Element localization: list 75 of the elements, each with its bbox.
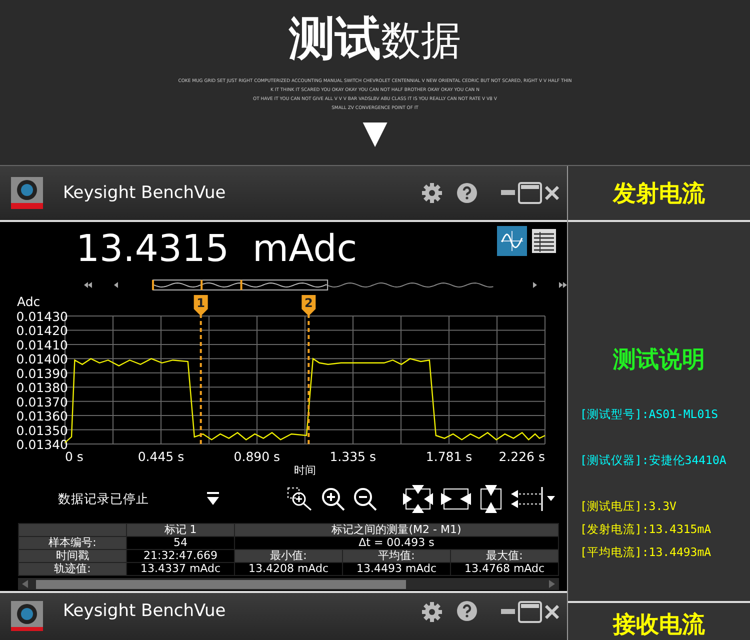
axis-title: Adc	[17, 295, 40, 309]
table-view-button[interactable]	[529, 226, 559, 256]
marker-number: 1	[196, 296, 206, 310]
table-cell: 21:32:47.669	[126, 550, 234, 562]
dropdown-icon[interactable]	[207, 492, 219, 506]
y-tick-label: 0.01430	[16, 309, 68, 324]
table-cell: 13.4768 mAdc	[450, 562, 558, 576]
section-heading: 发射电流	[613, 180, 705, 208]
column-header: 最小值:	[234, 550, 342, 562]
y-tick-label: 0.01380	[16, 380, 68, 396]
section-heading: 接收电流	[613, 611, 705, 640]
column-header: 标记 1	[126, 524, 234, 536]
scroll-right-icon[interactable]	[533, 282, 538, 288]
app-logo-icon	[11, 177, 43, 209]
minimize-icon[interactable]	[501, 609, 515, 615]
measurement-reading: 13.4315 mAdc	[76, 227, 358, 270]
close-icon[interactable]	[545, 186, 559, 200]
table-cell: 13.4208 mAdc	[234, 562, 342, 576]
scroll-left-icon[interactable]	[114, 282, 118, 288]
y-tick-label: 0.01360	[16, 408, 68, 424]
zoom-out-icon[interactable]	[353, 487, 377, 511]
y-tick-label: 0.01340	[16, 437, 68, 452]
x-tick-label: 1.335 s	[330, 449, 376, 464]
app-logo-icon	[11, 601, 43, 631]
section-title: 测试说明	[613, 346, 705, 375]
y-tick-label: 0.01420	[16, 323, 68, 338]
marker-line[interactable]	[302, 295, 316, 444]
y-tick-label: 0.01370	[16, 394, 68, 410]
spec-line: [发射电流]:13.4315mA	[580, 521, 712, 538]
logging-status: 数据记录已停止	[58, 490, 149, 508]
column-header: 标记之间的测量(M2 - M1)	[234, 524, 558, 536]
x-tick-label: 2.226 s	[498, 449, 545, 464]
y-tick-label: 0.01390	[16, 366, 68, 381]
x-tick-label: 0.445 s	[138, 449, 184, 464]
down-arrow: ▼	[362, 115, 388, 149]
spec-line: [测试型号]:AS01-ML01S	[580, 406, 720, 423]
table-cell: Δt = 00.493 s	[234, 536, 558, 550]
fit-vertical-icon[interactable]	[479, 485, 503, 513]
cursor-menu-icon[interactable]	[511, 487, 555, 511]
maximize-icon[interactable]	[518, 601, 542, 623]
row-label: 样本编号:	[18, 536, 126, 550]
chart-view-button[interactable]	[497, 226, 527, 256]
settings-icon[interactable]	[421, 182, 443, 204]
window-title: Keysight BenchVue	[63, 601, 226, 621]
help-icon[interactable]	[457, 183, 477, 203]
scroll-end-icon[interactable]	[559, 282, 567, 288]
spec-line: [平均电流]:13.4493mA	[580, 544, 712, 561]
x-tick-label: 1.781 s	[426, 449, 472, 464]
help-icon[interactable]	[457, 601, 477, 621]
row-label: 时间戳	[18, 550, 126, 562]
close-icon[interactable]	[545, 605, 559, 619]
table-cell: 13.4493 mAdc	[342, 562, 450, 576]
maximize-icon[interactable]	[518, 182, 542, 204]
table-cell: 13.4337 mAdc	[126, 562, 234, 576]
y-tick-label: 0.01350	[16, 422, 68, 438]
y-tick-label: 0.01400	[16, 352, 68, 367]
page-title: 测试数据	[289, 12, 461, 67]
fit-all-icon[interactable]	[403, 485, 433, 513]
spec-line: [测试电压]:3.3V	[580, 498, 678, 515]
y-tick-label: 0.01410	[16, 337, 68, 352]
x-tick-label: 0 s	[65, 449, 84, 464]
table-cell: 54	[126, 536, 234, 550]
zoom-in-icon[interactable]	[321, 487, 345, 511]
settings-icon[interactable]	[421, 601, 443, 623]
marker-line[interactable]	[194, 295, 208, 444]
zoom-region-icon[interactable]	[287, 487, 313, 511]
x-tick-label: 0.890 s	[234, 449, 280, 464]
window-title: Keysight BenchVue	[63, 183, 226, 203]
row-label: 轨迹值:	[18, 562, 126, 576]
marker-number: 2	[304, 296, 313, 310]
spec-line: [测试仪器]:安捷伦34410A	[580, 452, 728, 469]
column-header: 最大值:	[450, 550, 558, 562]
minimize-icon[interactable]	[501, 190, 515, 196]
column-header: 平均值:	[342, 550, 450, 562]
scroll-start-icon[interactable]	[84, 282, 92, 288]
